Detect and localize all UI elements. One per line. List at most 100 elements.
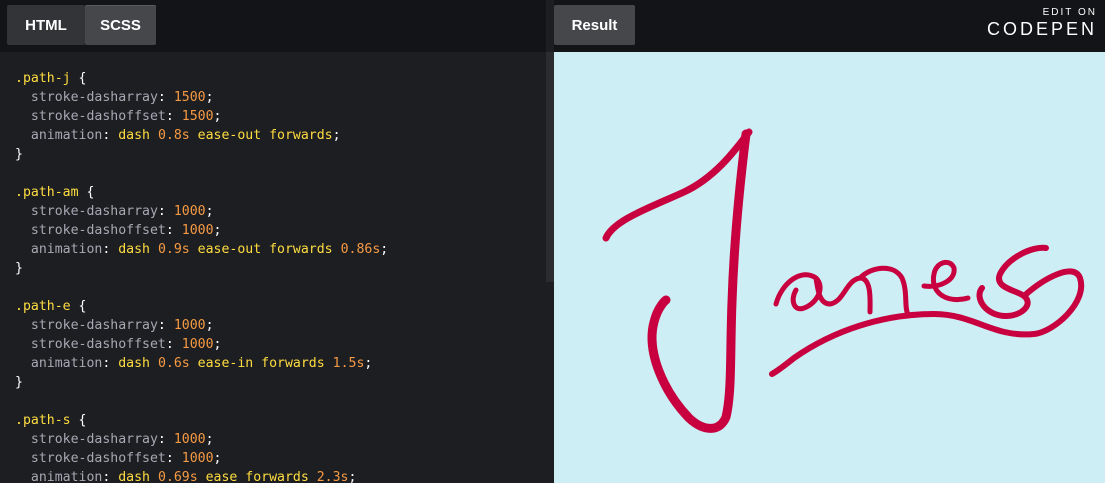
code-token: 1.5s <box>332 356 365 371</box>
codepen-logo: CODEPEN <box>986 19 1097 39</box>
code-token: { <box>70 413 87 428</box>
code-token: animation <box>15 242 103 257</box>
code-token: : <box>157 204 174 219</box>
code-token: stroke-dashoffset <box>15 451 166 466</box>
tab-result[interactable]: Result <box>554 5 635 45</box>
code-token: ; <box>332 128 341 143</box>
code-token: { <box>70 299 87 314</box>
code-token: : <box>102 128 119 143</box>
code-token: 1000 <box>173 432 206 447</box>
code-token: ; <box>213 451 222 466</box>
code-token: ; <box>205 318 214 333</box>
code-token: 1000 <box>181 223 214 238</box>
code-token: : <box>165 223 182 238</box>
code-token: stroke-dasharray <box>15 318 158 333</box>
code-token: ; <box>364 356 373 371</box>
code-token: : <box>165 109 182 124</box>
code-line: stroke-dashoffset: 1500; <box>15 107 388 126</box>
code-token: 0.69s <box>157 470 198 483</box>
code-token: 0.6s <box>157 356 190 371</box>
edit-on-codepen-link[interactable]: EDIT ON CODEPEN <box>987 7 1097 40</box>
code-line: animation: dash 0.9s ease-out forwards 0… <box>15 240 388 259</box>
code-line: animation: dash 0.8s ease-out forwards; <box>15 126 388 145</box>
tab-html[interactable]: HTML <box>7 5 85 45</box>
code-token: 1000 <box>181 451 214 466</box>
code-token: animation <box>15 470 103 483</box>
code-token: dash <box>118 356 158 371</box>
code-token: 0.8s <box>157 128 190 143</box>
editor-scrollbar[interactable] <box>546 52 554 282</box>
code-token: ease-out forwards <box>189 128 333 143</box>
code-line: .path-am { <box>15 183 388 202</box>
e-stroke <box>921 259 971 302</box>
code-token: { <box>78 185 95 200</box>
code-token: 1000 <box>173 318 206 333</box>
code-token: .path-s <box>15 413 71 428</box>
editor-header: HTML SCSS <box>0 0 546 52</box>
code-token: 0.86s <box>340 242 381 257</box>
code-line: stroke-dashoffset: 1000; <box>15 221 388 240</box>
code-token: : <box>102 356 119 371</box>
code-line: stroke-dashoffset: 1000; <box>15 335 388 354</box>
code-token: : <box>165 337 182 352</box>
code-token: } <box>15 261 23 276</box>
editor-pane: HTML SCSS .path-j { stroke-dasharray: 15… <box>0 0 546 483</box>
result-pane: Result EDIT ON CODEPEN <box>554 0 1105 483</box>
code-token: .path-e <box>15 299 71 314</box>
code-token: ; <box>213 337 222 352</box>
code-token: 2.3s <box>316 470 349 483</box>
code-token: stroke-dasharray <box>15 204 158 219</box>
code-line: animation: dash 0.69s ease forwards 2.3s… <box>15 468 388 483</box>
code-token: } <box>15 375 23 390</box>
code-token: ease-in forwards <box>189 356 333 371</box>
result-canvas <box>554 52 1105 483</box>
code-line: .path-j { <box>15 69 388 88</box>
code-token: ; <box>213 109 222 124</box>
code-line: .path-s { <box>15 411 388 430</box>
code-token: dash <box>118 128 158 143</box>
code-token: 1000 <box>181 337 214 352</box>
code-token: ; <box>348 470 357 483</box>
code-token: 1000 <box>173 204 206 219</box>
result-header: Result EDIT ON CODEPEN <box>554 0 1105 52</box>
code-token: dash <box>118 470 158 483</box>
code-token: stroke-dashoffset <box>15 223 166 238</box>
code-token: .path-j <box>15 71 71 86</box>
code-editor[interactable]: .path-j { stroke-dasharray: 1500; stroke… <box>15 69 388 483</box>
code-token: 1500 <box>181 109 214 124</box>
am-stroke <box>773 265 911 317</box>
code-token: : <box>157 432 174 447</box>
code-token: 0.9s <box>157 242 190 257</box>
code-line: stroke-dasharray: 1500; <box>15 88 388 107</box>
code-line: .path-e { <box>15 297 388 316</box>
code-token: : <box>102 470 119 483</box>
code-token: ease forwards <box>197 470 317 483</box>
code-line: } <box>15 373 388 392</box>
code-token: { <box>70 71 87 86</box>
code-line: stroke-dasharray: 1000; <box>15 316 388 335</box>
code-token: : <box>157 90 174 105</box>
code-line: stroke-dashoffset: 1000; <box>15 449 388 468</box>
code-token: stroke-dasharray <box>15 90 158 105</box>
s-stroke <box>769 244 1085 377</box>
code-line: } <box>15 259 388 278</box>
code-token: ease-out forwards <box>189 242 341 257</box>
code-token: ; <box>205 90 214 105</box>
tab-scss[interactable]: SCSS <box>85 5 156 45</box>
code-token: : <box>102 242 119 257</box>
j-flag-stroke <box>602 128 753 242</box>
code-line: stroke-dasharray: 1000; <box>15 430 388 449</box>
code-line: stroke-dasharray: 1000; <box>15 202 388 221</box>
edit-on-label: EDIT ON <box>1042 7 1097 18</box>
code-token: stroke-dashoffset <box>15 337 166 352</box>
code-line: animation: dash 0.6s ease-in forwards 1.… <box>15 354 388 373</box>
code-token: } <box>15 147 23 162</box>
james-signature <box>602 128 1085 433</box>
code-token: ; <box>380 242 389 257</box>
code-token: stroke-dashoffset <box>15 109 166 124</box>
code-token: animation <box>15 128 103 143</box>
code-token: animation <box>15 356 103 371</box>
code-token: stroke-dasharray <box>15 432 158 447</box>
